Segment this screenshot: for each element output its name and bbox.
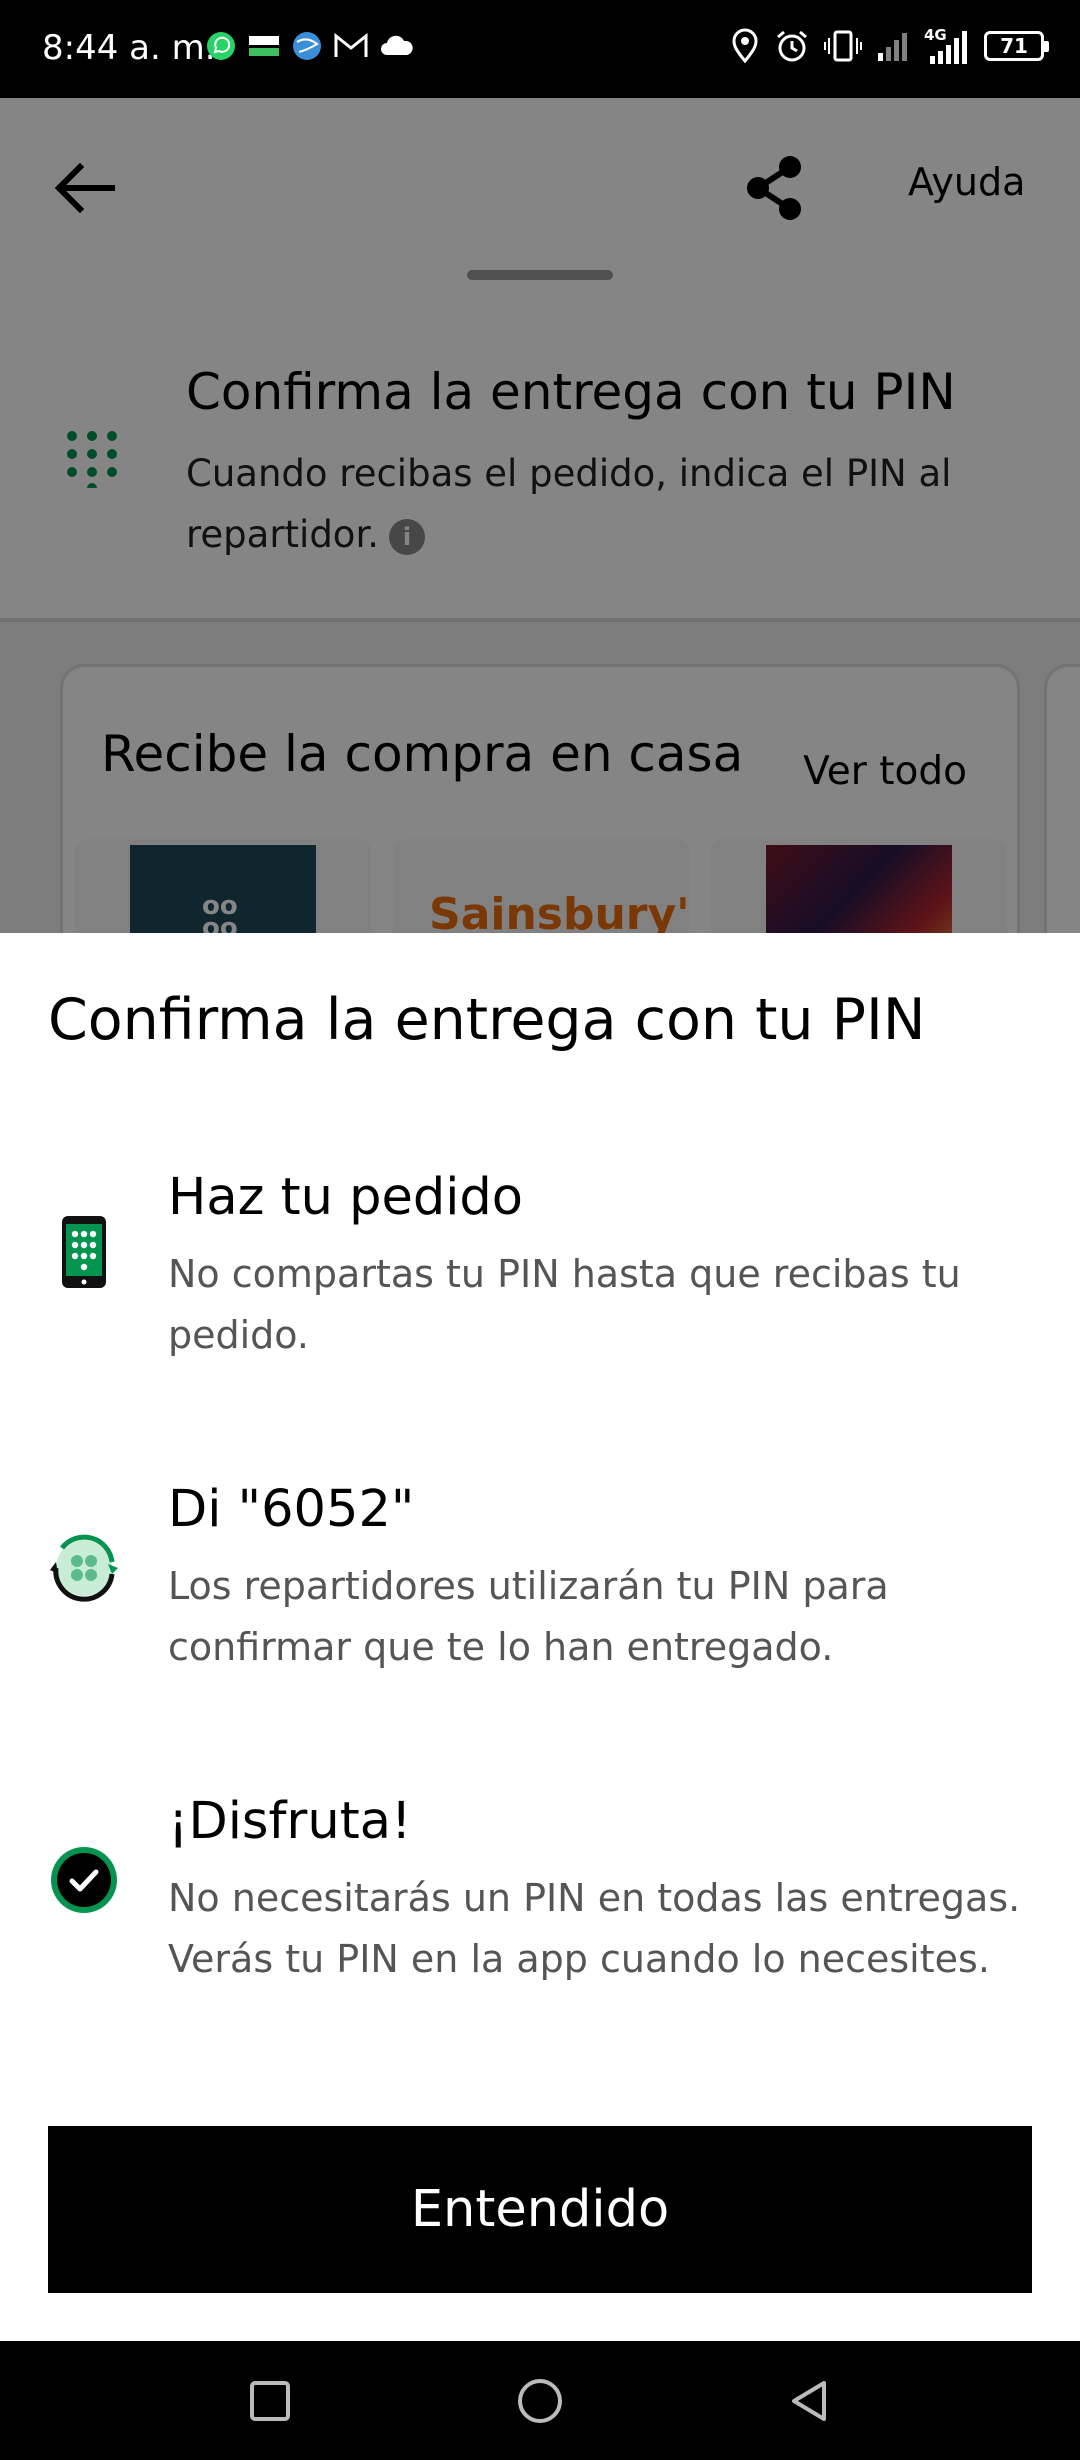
4g-signal-icon: 4G — [924, 26, 967, 64]
status-bar: 8:44 a. m. 4G 71 — [0, 0, 1080, 98]
notification-icons — [205, 30, 415, 62]
phone-keypad-icon — [62, 1216, 106, 1288]
home-icon[interactable] — [510, 2371, 570, 2431]
status-time: 8:44 a. m. — [42, 28, 216, 68]
cloud-icon — [381, 35, 413, 55]
system-nav-bar — [0, 2341, 1080, 2460]
alarm-icon — [777, 30, 807, 62]
step-description: No compartas tu PIN hasta que recibas tu… — [168, 1252, 961, 1357]
back-icon[interactable] — [780, 2371, 840, 2431]
step-title: Haz tu pedido — [168, 1168, 523, 1227]
uber-eats-icon — [249, 36, 279, 56]
step-say-pin: Di "6052" Los repartidores utilizarán tu… — [0, 1480, 1080, 1720]
vibrate-icon — [824, 30, 862, 62]
whatsapp-icon — [207, 32, 235, 60]
step-enjoy: ¡Disfruta! No necesitarás un PIN en toda… — [0, 1792, 1080, 2032]
pin-exchange-icon — [50, 1534, 118, 1602]
step-title: Di "6052" — [168, 1480, 415, 1539]
step-description: Los repartidores utilizarán tu PIN para … — [168, 1564, 889, 1669]
gmail-icon — [334, 32, 368, 57]
battery-icon: 71 — [984, 31, 1049, 61]
signal-icon — [878, 33, 907, 61]
battery-level: 71 — [1000, 34, 1028, 58]
step-description: No necesitarás un PIN en todas las entre… — [168, 1876, 1021, 1981]
step-title: ¡Disfruta! — [168, 1792, 412, 1851]
got-it-button[interactable]: Entendido — [48, 2126, 1032, 2293]
browser-icon — [293, 32, 321, 60]
step-place-order: Haz tu pedido No compartas tu PIN hasta … — [0, 1168, 1080, 1408]
system-icons: 4G 71 — [730, 26, 1049, 66]
check-circle-icon — [51, 1847, 117, 1913]
pin-info-sheet: Confirma la entrega con tu PIN Haz tu pe… — [0, 933, 1080, 2341]
sheet-title: Confirma la entrega con tu PIN — [48, 987, 926, 1053]
recent-apps-icon[interactable] — [240, 2371, 300, 2431]
network-type-label: 4G — [924, 26, 947, 44]
modal-scrim[interactable] — [0, 98, 1080, 933]
location-icon — [732, 28, 758, 64]
